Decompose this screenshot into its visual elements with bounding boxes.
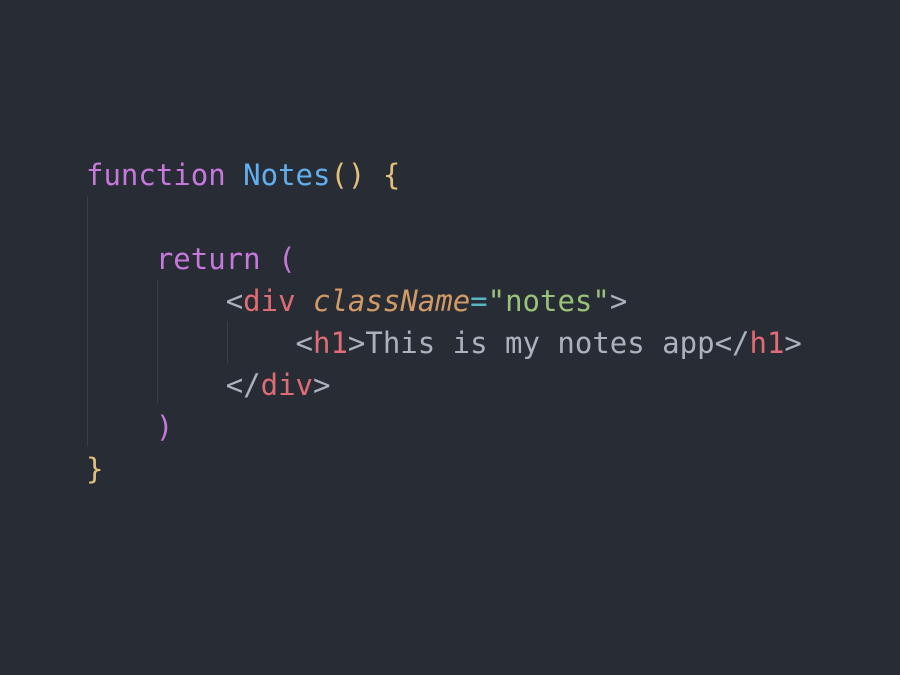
code-token: div: [243, 284, 296, 318]
code-editor[interactable]: function Notes() { return ( <div classNa…: [0, 0, 900, 675]
code-line-8[interactable]: }: [86, 448, 103, 490]
code-token: >: [609, 284, 628, 318]
code-token: }: [86, 452, 104, 486]
code-token: <: [295, 326, 313, 360]
code-line-7[interactable]: ): [86, 406, 173, 448]
code-token: (): [330, 158, 366, 192]
code-token: <: [225, 284, 244, 318]
code-token: >: [347, 326, 366, 360]
code-token: ): [155, 410, 174, 444]
code-token: </: [225, 368, 261, 402]
code-line-1[interactable]: function Notes() {: [86, 154, 400, 196]
code-token: This is my notes app: [365, 326, 715, 360]
code-token: h1: [749, 326, 785, 360]
code-token: h1: [312, 326, 348, 360]
code-token: </: [714, 326, 750, 360]
code-line-5[interactable]: <h1>This is my notes app</h1>: [86, 322, 802, 364]
code-token: >: [313, 368, 331, 402]
code-token: return: [155, 242, 261, 276]
code-token: =: [470, 284, 488, 318]
code-token: (: [278, 242, 296, 276]
code-line-4[interactable]: <div className="notes">: [86, 280, 628, 322]
code-token: className: [313, 284, 471, 318]
code-line-3[interactable]: return (: [86, 238, 296, 280]
code-token: Notes: [243, 158, 331, 192]
code-token: {: [382, 158, 401, 192]
code-token: function: [86, 158, 226, 192]
code-token: >: [784, 326, 802, 360]
code-token: div: [260, 368, 313, 402]
code-line-6[interactable]: </div>: [86, 364, 331, 406]
code-token: "notes": [487, 284, 610, 318]
